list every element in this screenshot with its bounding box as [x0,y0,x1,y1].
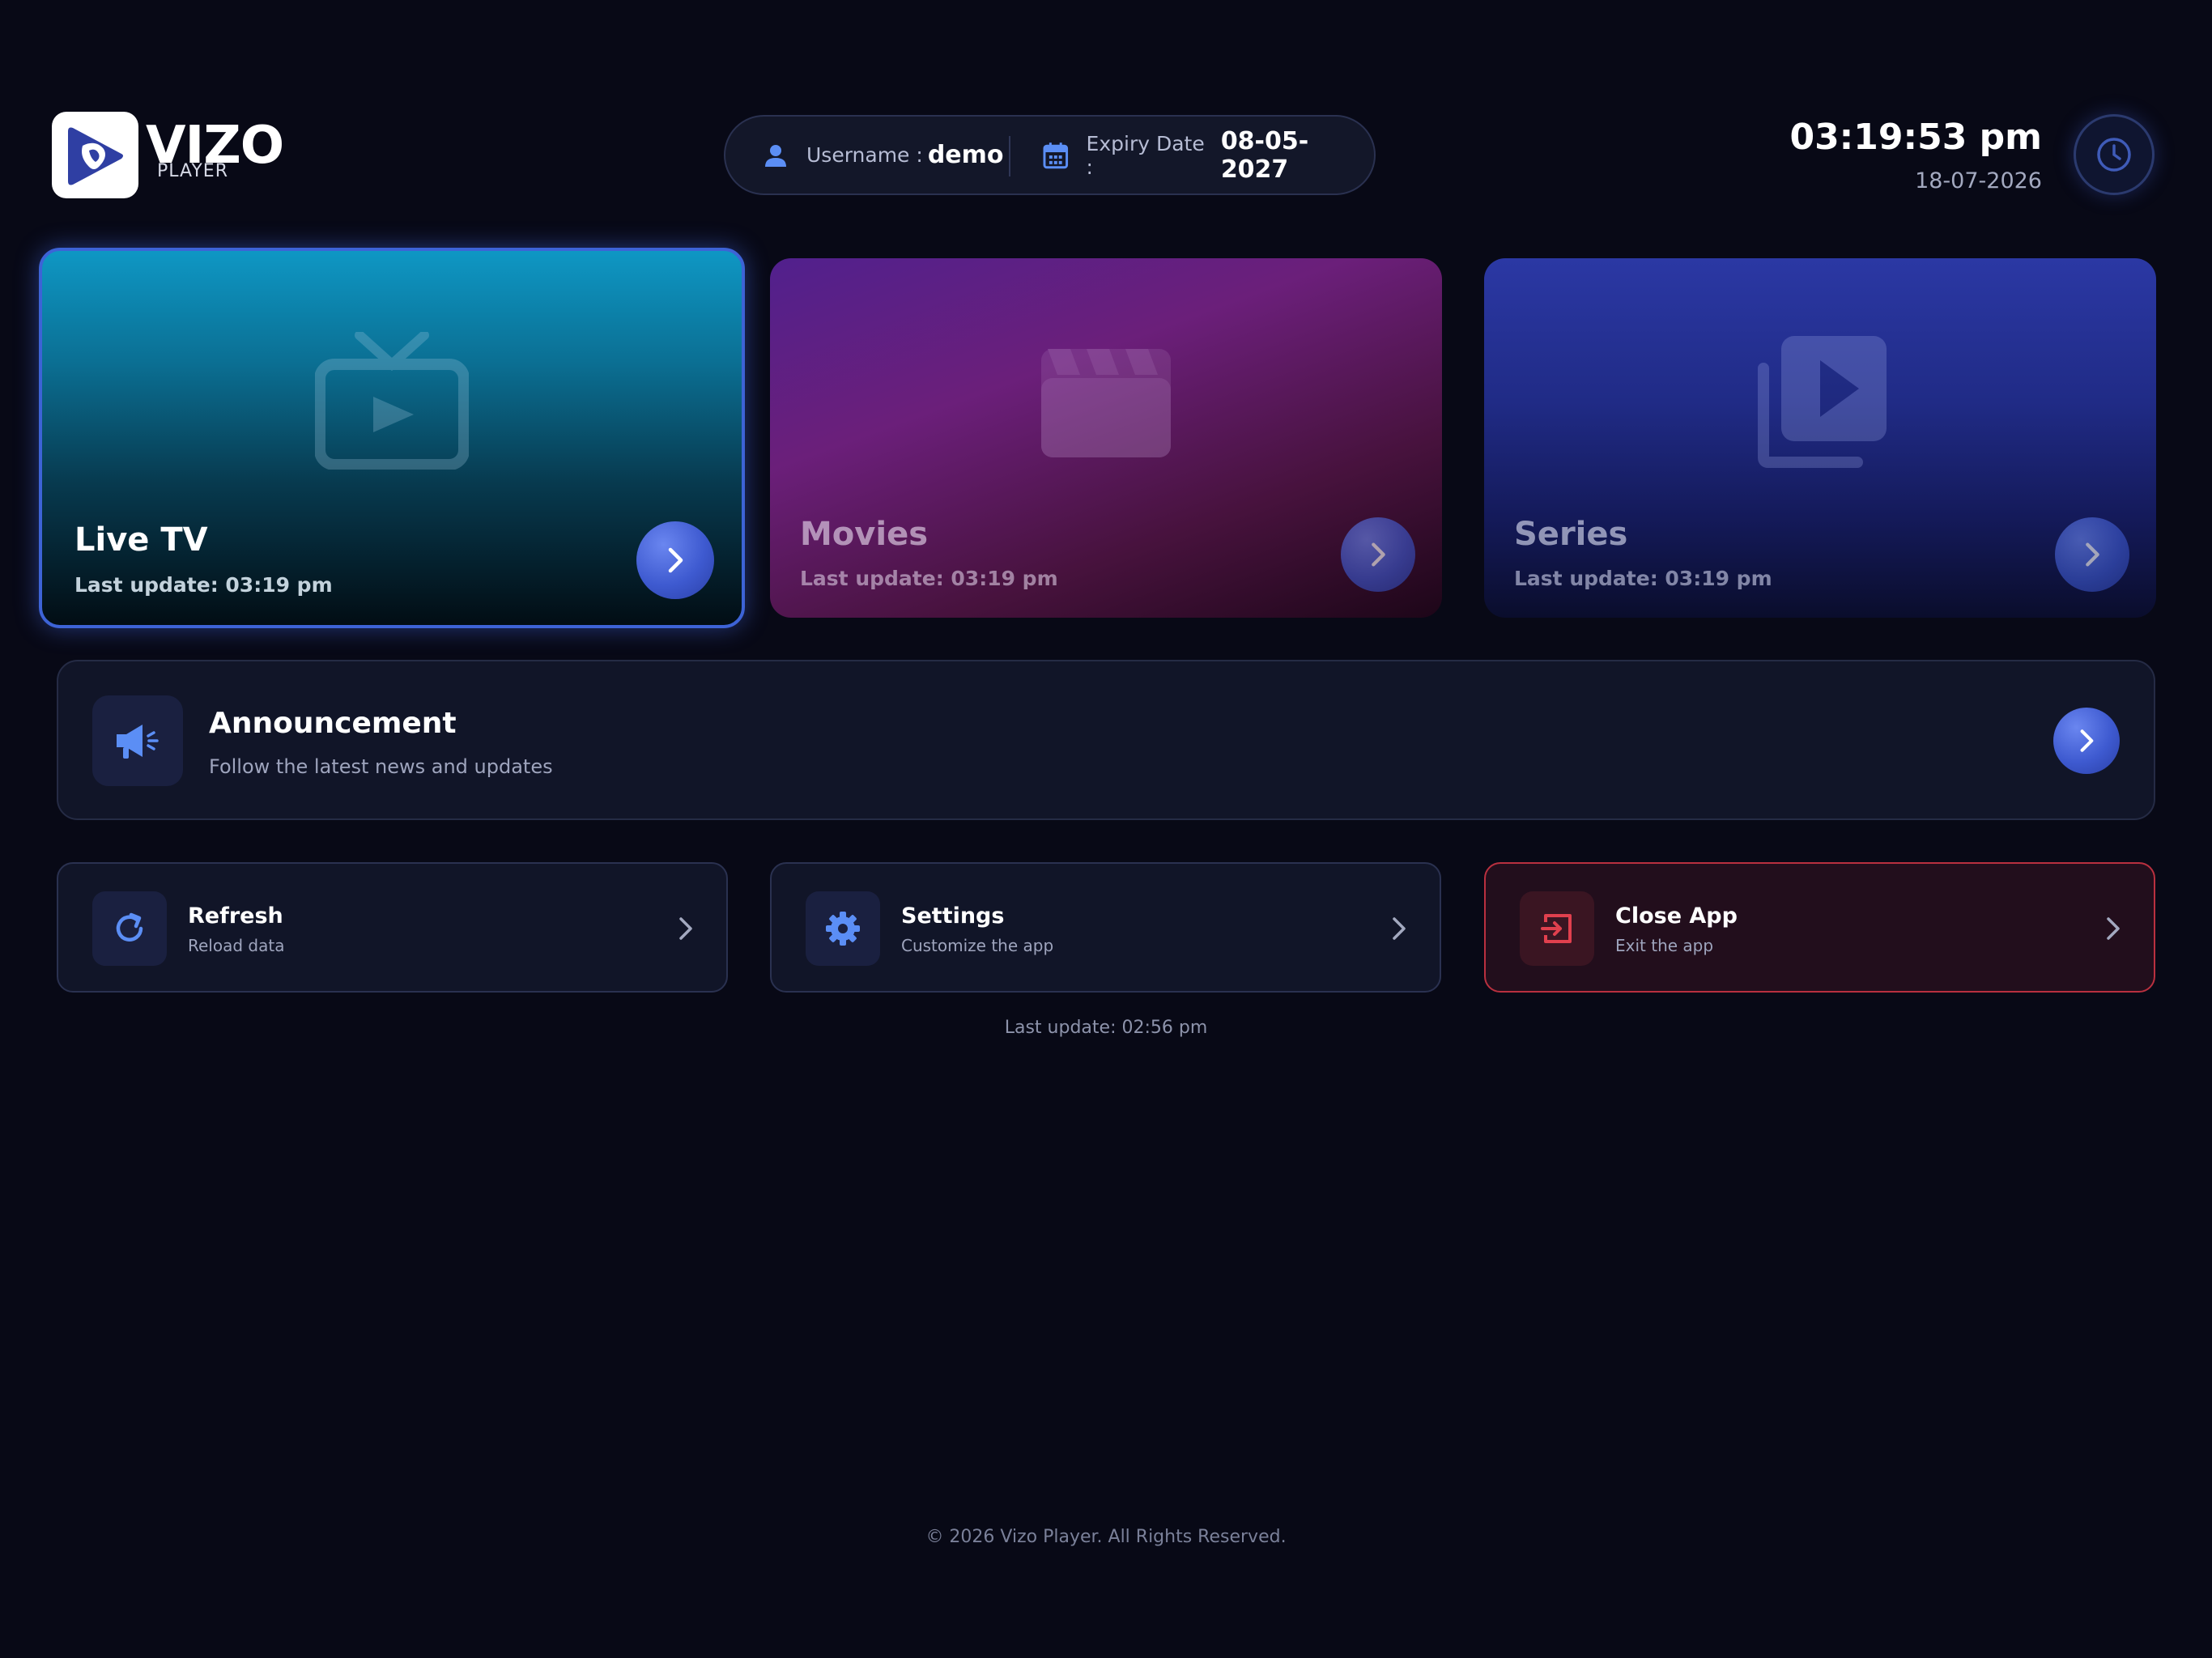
close-app-button[interactable]: Close App Exit the app [1484,862,2155,993]
expiry-info: Expiry Date : 08-05-2027 [1043,117,1374,193]
chevron-right-icon [2080,729,2094,752]
logo-sub-text: PLAYER [157,161,228,181]
settings-button[interactable]: Settings Customize the app [770,862,1441,993]
live-tv-title: Live TV [74,521,208,559]
megaphone-icon [117,725,159,759]
announcement-icon-box [92,695,183,786]
chevron-right-icon [1372,542,1385,567]
username-info: Username : demo [763,117,1004,193]
series-last-update: Last update: 03:19 pm [1514,567,1772,590]
exit-icon [1541,914,1572,943]
live-tv-card[interactable]: Live TV Last update: 03:19 pm [39,248,745,628]
clock-button[interactable] [2074,114,2155,195]
settings-title: Settings [901,903,1005,929]
footer-copyright: © 2026 Vizo Player. All Rights Reserved. [925,1527,1287,1547]
settings-icon-box [806,891,880,966]
refresh-icon-box [92,891,167,966]
expiry-label: Expiry Date : [1086,131,1205,179]
username-value: demo [927,141,1004,169]
live-tv-open-button[interactable] [636,521,714,599]
tv-icon [315,332,469,470]
movies-last-update: Last update: 03:19 pm [800,567,1058,590]
movies-card[interactable]: Movies Last update: 03:19 pm [770,258,1442,618]
close-app-subtitle: Exit the app [1615,936,1714,955]
global-last-update: Last update: 02:56 pm [1004,1018,1208,1038]
series-card[interactable]: Series Last update: 03:19 pm [1484,258,2156,618]
close-app-icon-box [1520,891,1594,966]
series-title: Series [1514,516,1628,553]
chevron-right-icon [679,917,692,940]
movies-open-button[interactable] [1341,517,1415,592]
announcement-open-button[interactable] [2053,708,2120,774]
close-app-title: Close App [1615,903,1738,929]
clock-time: 03:19:53 pm [1789,117,2042,158]
refresh-icon [116,912,143,942]
expiry-value: 08-05-2027 [1220,126,1309,184]
announcement-subtitle: Follow the latest news and updates [209,755,553,778]
refresh-title: Refresh [188,903,283,929]
user-icon [765,144,786,167]
clock-date: 18-07-2026 [1915,168,2042,193]
username-label: Username : [806,143,923,167]
play-stack-icon [1758,336,1887,468]
account-info-pill: Username : demo Expiry Date : 08-05-2027 [724,115,1376,195]
announcement-title: Announcement [209,707,457,740]
movies-title: Movies [800,516,929,553]
announcement-card[interactable]: Announcement Follow the latest news and … [57,660,2155,820]
live-tv-last-update: Last update: 03:19 pm [74,573,333,597]
clapperboard-icon [1041,349,1171,457]
pill-divider [1009,136,1010,176]
logo-play-icon [67,127,123,185]
chevron-right-icon [2107,917,2120,940]
refresh-button[interactable]: Refresh Reload data [57,862,728,993]
gear-icon [826,912,860,946]
app-logo [52,112,138,198]
chevron-right-icon [668,547,683,573]
chevron-right-icon [1393,917,1406,940]
clock-icon [2097,138,2131,172]
chevron-right-icon [2086,542,2099,567]
series-open-button[interactable] [2055,517,2129,592]
settings-subtitle: Customize the app [901,936,1054,955]
refresh-subtitle: Reload data [188,936,285,955]
calendar-icon [1043,142,1069,168]
